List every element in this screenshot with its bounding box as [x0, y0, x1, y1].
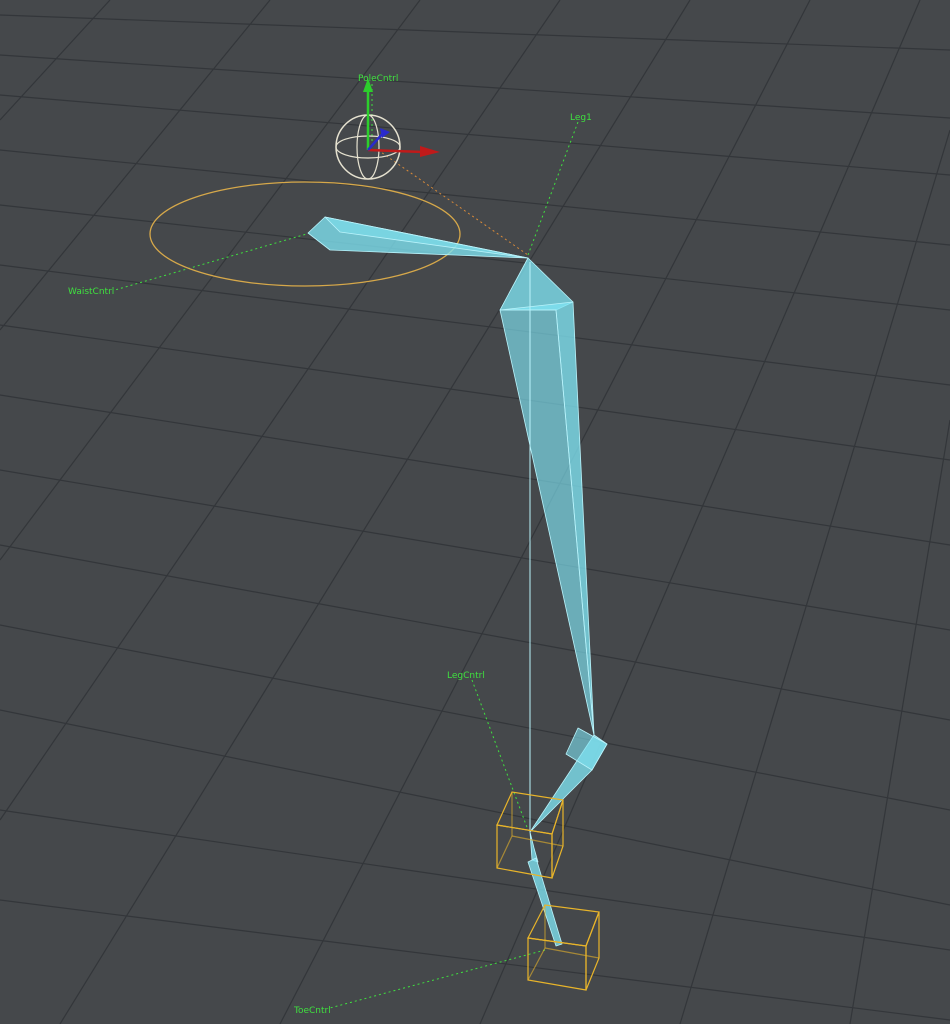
label-leg-bone[interactable]: Leg1 — [570, 113, 592, 123]
bone-chain[interactable] — [307, 216, 608, 947]
label-toe-control[interactable]: ToeCntrl — [293, 1006, 331, 1016]
gizmo-axis-x-arrow[interactable] — [420, 146, 440, 157]
bone-foot[interactable] — [529, 831, 539, 863]
viewport-canvas[interactable]: PoleCntrl Leg1 WaistCntrl LegCntrl ToeCn… — [0, 0, 950, 1024]
toe-control-box[interactable] — [527, 904, 600, 991]
gizmo-axis-x[interactable] — [367, 148, 425, 154]
bone-shin-joint[interactable] — [565, 727, 608, 771]
ground-grid — [0, 0, 950, 1024]
pole-control-gizmo[interactable] — [335, 78, 440, 180]
label-leg-control[interactable]: LegCntrl — [447, 671, 485, 681]
label-pole-control[interactable]: PoleCntrl — [358, 74, 398, 84]
label-waist-control[interactable]: WaistCntrl — [68, 287, 114, 297]
3d-viewport[interactable]: PoleCntrl Leg1 WaistCntrl LegCntrl ToeCn… — [0, 0, 950, 1024]
bone-thigh[interactable] — [499, 257, 574, 311]
